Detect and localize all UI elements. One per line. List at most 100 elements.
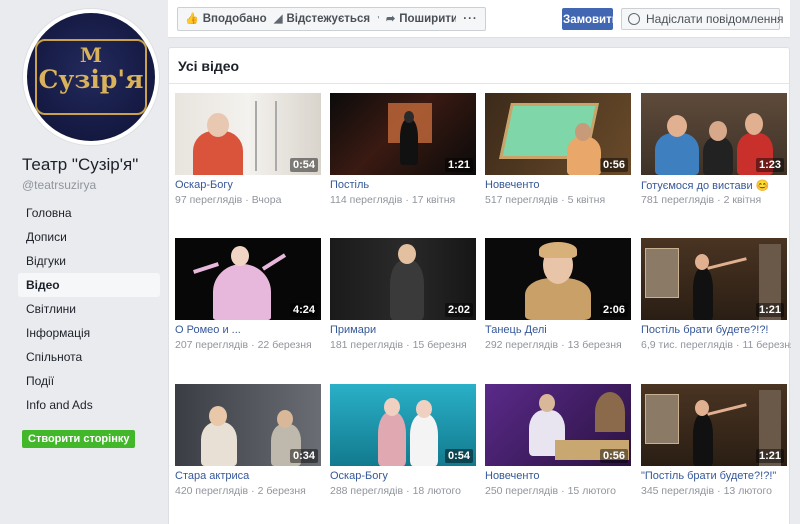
meta-separator: ·	[405, 194, 409, 206]
video-meta: 292 переглядів · 13 березня	[485, 339, 635, 351]
video-duration: 0:56	[599, 449, 628, 463]
video-thumbnail[interactable]: 4:24	[175, 238, 321, 320]
logo-monogram: М	[79, 43, 103, 67]
video-date[interactable]: Вчора	[252, 194, 282, 206]
order-button[interactable]: Замовити	[562, 8, 619, 30]
page-handle[interactable]: @teatrsuzirya	[22, 178, 96, 192]
video-date[interactable]: 11 березня	[742, 339, 791, 351]
nav-item[interactable]: Події	[18, 369, 160, 393]
meta-separator: ·	[251, 485, 255, 497]
video-card[interactable]: 1:21 Постіль брати будете?!?! 6,9 тис. пер…	[641, 238, 791, 378]
video-date[interactable]: 13 лютого	[724, 485, 772, 497]
video-card[interactable]: 0:34 Стара актриса 420 переглядів · 2 березн…	[175, 384, 321, 524]
video-duration: 1:23	[755, 158, 784, 172]
video-views: 292 переглядів	[485, 339, 559, 351]
video-views: 288 переглядів	[330, 485, 404, 497]
video-duration: 1:21	[755, 303, 784, 317]
video-thumbnail[interactable]: 0:56	[485, 384, 631, 466]
page-nav: Головна Дописи Відгуки Відео Світлини Інформа…	[18, 201, 160, 417]
nav-item[interactable]: Дописи	[18, 225, 160, 249]
video-title-link[interactable]: Готуємося до вистави 😊	[641, 179, 791, 192]
nav-item[interactable]: Відео	[18, 273, 160, 297]
left-column: М Сузір'я Театр "Сузір'я" @teatrsuzirya …	[0, 0, 168, 524]
video-date[interactable]: 18 лютого	[413, 485, 461, 497]
video-views: 345 переглядів	[641, 485, 715, 497]
video-views: 250 переглядів	[485, 485, 559, 497]
video-date[interactable]: 15 лютого	[568, 485, 616, 497]
video-thumbnail[interactable]: 2:02	[330, 238, 476, 320]
thumbs-up-icon: 👍	[185, 13, 199, 25]
video-thumbnail[interactable]: 0:34	[175, 384, 321, 466]
video-card[interactable]: 1:23 Готуємося до вистави 😊 781 переглядів…	[641, 93, 787, 233]
video-title-link[interactable]: Постіль	[330, 179, 480, 191]
video-title-link[interactable]: Стара актриса	[175, 470, 325, 482]
video-meta: 781 переглядів · 2 квітня	[641, 194, 791, 206]
video-thumbnail[interactable]: 1:21	[330, 93, 476, 175]
meta-separator: ·	[717, 194, 721, 206]
video-duration: 2:06	[599, 303, 628, 317]
video-thumbnail[interactable]: 2:06	[485, 238, 631, 320]
nav-item[interactable]: Info and Ads	[18, 393, 160, 417]
video-date[interactable]: 13 березня	[568, 339, 622, 351]
video-title-link[interactable]: Оскар-Богу	[330, 470, 480, 482]
section-title: Усі відео	[178, 58, 240, 74]
video-card[interactable]: 0:54 Оскар-Богу 97 переглядів · Вчора	[175, 93, 321, 233]
more-dots-icon: ···	[463, 13, 478, 25]
video-title-link[interactable]: Постіль брати будете?!?!	[641, 324, 791, 336]
video-title-link[interactable]: Примари	[330, 324, 480, 336]
messenger-icon	[628, 13, 640, 25]
video-thumbnail[interactable]: 1:21	[641, 384, 787, 466]
logo-text: Сузір'я	[38, 65, 144, 94]
video-thumbnail[interactable]: 0:54	[175, 93, 321, 175]
video-date[interactable]: 15 березня	[413, 339, 467, 351]
nav-item[interactable]: Інформація	[18, 321, 160, 345]
video-thumbnail[interactable]: 0:56	[485, 93, 631, 175]
video-card[interactable]: 0:54 Оскар-Богу 288 переглядів · 18 лютого	[330, 384, 476, 524]
nav-item[interactable]: Головна	[18, 201, 160, 225]
video-meta: 114 переглядів · 17 квітня	[330, 194, 480, 206]
video-date[interactable]: 17 квітня	[412, 194, 455, 206]
video-card[interactable]: 0:56 Новеченто 250 переглядів · 15 лютого	[485, 384, 631, 524]
video-views: 6,9 тис. переглядів	[641, 339, 733, 351]
video-meta: 97 переглядів · Вчора	[175, 194, 325, 206]
video-title-link[interactable]: "Постіль брати будете?!?!"	[641, 470, 791, 482]
following-button[interactable]: ◢ Відстежується ▼	[267, 7, 393, 31]
nav-item[interactable]: Світлини	[18, 297, 160, 321]
page-title[interactable]: Театр "Сузір'я"	[22, 155, 138, 175]
video-title-link[interactable]: Новеченто	[485, 470, 635, 482]
page-avatar[interactable]: М Сузір'я	[22, 8, 160, 146]
video-thumbnail[interactable]: 0:54	[330, 384, 476, 466]
video-title-link[interactable]: О Ромео и ...	[175, 324, 325, 336]
video-duration: 0:54	[289, 158, 318, 172]
video-thumbnail[interactable]: 1:21	[641, 238, 787, 320]
video-date[interactable]: 2 квітня	[724, 194, 762, 206]
video-thumbnail[interactable]: 1:23	[641, 93, 787, 175]
nav-item[interactable]: Спільнота	[18, 345, 160, 369]
video-date[interactable]: 22 березня	[258, 339, 312, 351]
video-title-link[interactable]: Новеченто	[485, 179, 635, 191]
share-arrow-icon: ➦	[386, 13, 396, 25]
nav-item[interactable]: Відгуки	[18, 249, 160, 273]
meta-separator: ·	[251, 339, 255, 351]
video-card[interactable]: 2:06 Танець Делі 292 переглядів · 13 березня	[485, 238, 631, 378]
more-options-button[interactable]: ···	[456, 7, 486, 31]
send-message-button[interactable]: Надіслати повідомлення	[621, 8, 784, 30]
share-button[interactable]: ➦ Поширити	[379, 7, 466, 31]
video-views: 97 переглядів	[175, 194, 243, 206]
video-card[interactable]: 4:24 О Ромео и ... 207 переглядів · 22 берез…	[175, 238, 321, 378]
meta-separator: ·	[561, 485, 565, 497]
video-card[interactable]: 0:56 Новеченто 517 переглядів · 5 квітня	[485, 93, 631, 233]
video-card[interactable]: 1:21 Постіль 114 переглядів · 17 квітня	[330, 93, 476, 233]
video-card[interactable]: 1:21 "Постіль брати будете?!?!" 345 перегл…	[641, 384, 787, 524]
video-title-link[interactable]: Оскар-Богу	[175, 179, 325, 191]
video-date[interactable]: 5 квітня	[568, 194, 606, 206]
video-title-link[interactable]: Танець Делі	[485, 324, 635, 336]
video-views: 181 переглядів	[330, 339, 404, 351]
video-card[interactable]: 2:02 Примари 181 переглядів · 15 березня	[330, 238, 476, 378]
page-action-bar: 👍 Вподобано ▼ ◢ Відстежується ▼ ➦ Пошири…	[168, 0, 790, 38]
video-date[interactable]: 2 березня	[258, 485, 306, 497]
meta-separator: ·	[735, 339, 740, 351]
create-page-button[interactable]: Створити сторінку	[22, 430, 136, 448]
video-views: 420 переглядів	[175, 485, 249, 497]
video-views: 517 переглядів	[485, 194, 559, 206]
